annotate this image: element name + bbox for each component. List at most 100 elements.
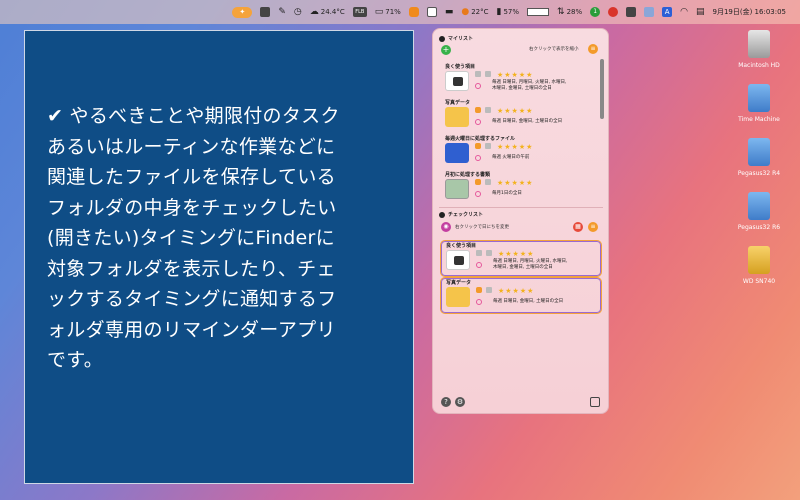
item-title: 写真データ (446, 280, 472, 286)
menubar-datetime[interactable]: 9月19日(金) 16:03:05 (713, 7, 787, 17)
percent2-text: 57% (503, 8, 520, 16)
sidebar-toggle-button[interactable] (590, 397, 600, 407)
menubar-graph[interactable] (527, 8, 550, 16)
network-icon: ⇅ (557, 7, 565, 17)
input-source-icon: A (662, 7, 673, 17)
settings-button[interactable]: ⚙ (455, 397, 465, 407)
checklist-item[interactable]: 写真データ ★★★★★ 毎週 日曜日, 金曜日, 土曜日の全日 (440, 277, 602, 314)
green-badge-icon: 1 (590, 7, 601, 17)
menubar-green-badge[interactable]: 1 (590, 7, 601, 17)
item-title: 月初に処理する書類 (445, 172, 491, 178)
desktop-icon-time-machine[interactable]: Time Machine (724, 84, 794, 123)
menubar-folder[interactable]: ▬ (445, 7, 454, 17)
cloud-icon: ☁ (309, 7, 319, 17)
list-item[interactable]: 月初に処理する書類 ★★★★★ 毎月1日の全日 (437, 171, 597, 205)
item-thumbnail (446, 250, 470, 270)
temp2-text: 22°C (471, 8, 489, 16)
bell-icon (476, 287, 482, 293)
desktop-icon-label: Pegasus32 R4 (737, 170, 781, 177)
dark-app-icon (626, 7, 637, 17)
menubar-control-center[interactable]: ▤ (696, 7, 705, 17)
bell-icon (475, 179, 481, 185)
memory-icon: ▭ (374, 7, 384, 17)
checklist-item[interactable]: 良く使う項目 ★★★★★ 毎週 日曜日, 月曜日, 火曜日, 水曜日, 木曜日,… (440, 240, 602, 277)
desktop-icon-label: Pegasus32 R6 (737, 224, 781, 231)
checklist-calendar-button[interactable]: ▦ (573, 222, 583, 232)
desktop-icon-pegasus-r4[interactable]: Pegasus32 R4 (724, 138, 794, 177)
accessibility-icon: ✦ (232, 6, 253, 18)
desktop-icon-label: WD SN740 (742, 278, 776, 285)
menubar-app-icon-1[interactable] (260, 7, 271, 17)
item-schedule: 毎週 日曜日, 月曜日, 火曜日, 水曜日, 木曜日, 金曜日, 土曜日の全日 (493, 259, 568, 270)
checklist-title: チェックリスト (448, 212, 484, 218)
orange-app-icon (408, 7, 419, 17)
item-thumbnail (446, 287, 470, 307)
datetime-text: 9月19日(金) 16:03:05 (712, 8, 787, 16)
repeat-icon (476, 262, 482, 268)
external-drive-icon (748, 138, 770, 166)
menubar-memory[interactable]: ▭ 71% (375, 7, 401, 17)
rating-stars[interactable]: ★★★★★ (497, 71, 533, 79)
menubar-accessibility[interactable]: ✦ (232, 6, 253, 18)
repeat-icon (475, 191, 481, 197)
menubar-weather[interactable]: ☁ 24.4°C (310, 7, 345, 17)
wifi-icon: ◠ (680, 7, 688, 17)
menubar-orange-app[interactable] (408, 7, 419, 17)
item-thumbnail (445, 71, 469, 91)
light-app-icon (644, 7, 655, 17)
desktop-icon-wd-sn740[interactable]: WD SN740 (724, 246, 794, 285)
mylist-scrollbar[interactable] (600, 59, 604, 119)
checklist-menu-button[interactable]: ≡ (588, 222, 598, 232)
menubar-wifi[interactable]: ◠ (680, 7, 688, 17)
menubar-app-icon-2[interactable]: ✎ (278, 7, 286, 17)
menubar-red-app[interactable] (608, 7, 619, 17)
checklist-icon (439, 211, 445, 218)
mylist-icon (439, 35, 445, 42)
mylist-header: マイリスト (439, 35, 473, 42)
menubar-network[interactable]: ⇅ 28% (557, 7, 582, 17)
clock-icon: ◷ (293, 7, 302, 17)
menubar-light-app[interactable] (644, 7, 655, 17)
rating-stars[interactable]: ★★★★★ (497, 143, 533, 151)
external-drive-icon (748, 246, 770, 274)
rating-stars[interactable]: ★★★★★ (498, 250, 534, 258)
control-center-icon: ▤ (695, 7, 705, 17)
menubar-sun[interactable]: ● 22°C (461, 7, 488, 17)
app-icon (260, 7, 271, 17)
dog-icon (454, 256, 464, 265)
item-title: 良く使う項目 (446, 243, 477, 249)
red-app-icon (608, 7, 619, 17)
calendar-icon (485, 179, 491, 185)
battery-icon: ▮ (496, 7, 502, 17)
rating-stars[interactable]: ★★★★★ (498, 287, 534, 295)
list-item[interactable]: 良く使う項目 ★★★★★ 毎週 日曜日, 月曜日, 火曜日, 水曜日, 木曜日,… (437, 63, 597, 97)
add-button[interactable]: + (441, 45, 451, 55)
desktop-icon-macintosh-hd[interactable]: Macintosh HD (724, 30, 794, 69)
list-item[interactable]: 毎週火曜日に処理するファイル ★★★★★ 毎週 火曜日の午前 (437, 135, 597, 169)
desktop-icon-pegasus-r6[interactable]: Pegasus32 R6 (724, 192, 794, 231)
desktop-icon-label: Time Machine (738, 116, 780, 123)
calendar-icon (486, 287, 492, 293)
menubar-dark-app[interactable] (626, 7, 637, 17)
menubar-flb[interactable]: FLB (352, 7, 367, 17)
description-panel: ✔ やるべきことや期限付のタスク あるいはルーティンな作業などに 関連したファイ… (24, 30, 414, 484)
mylist-menu-button[interactable]: ≡ (588, 44, 598, 54)
checklist-toggle-button[interactable]: ◉ (441, 222, 451, 232)
menubar-window[interactable] (426, 7, 437, 17)
item-thumbnail (445, 179, 469, 199)
repeat-icon (476, 299, 482, 305)
item-thumbnail (445, 143, 469, 163)
item-title: 良く使う項目 (445, 64, 476, 70)
menu-bar: ✦ ✎ ◷ ☁ 24.4°C FLB ▭ 71% ▬ ● 22°C ▮ 57% ⇅ 28%… (0, 0, 800, 24)
rating-stars[interactable]: ★★★★★ (497, 107, 533, 115)
bell-icon (475, 107, 481, 113)
calendar-icon (486, 250, 492, 256)
menubar-clock[interactable]: ◷ (294, 7, 302, 17)
brush-icon: ✎ (278, 7, 286, 17)
menubar-input-source[interactable]: A (662, 7, 673, 17)
help-button[interactable]: ? (441, 397, 451, 407)
list-item[interactable]: 写真データ ★★★★★ 毎週 日曜日, 金曜日, 土曜日の全日 (437, 99, 597, 133)
menubar-battery[interactable]: ▮ 57% (497, 7, 520, 17)
rating-stars[interactable]: ★★★★★ (497, 179, 533, 187)
item-schedule: 毎週 日曜日, 金曜日, 土曜日の全日 (492, 119, 563, 124)
